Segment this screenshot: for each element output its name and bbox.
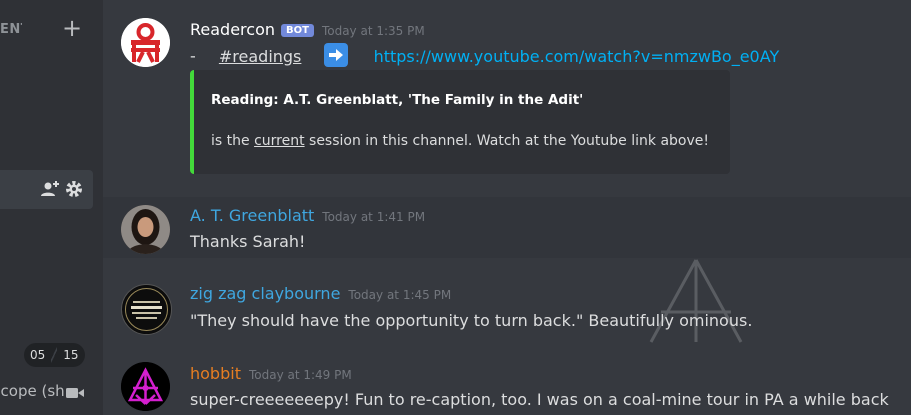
message-readercon: Readercon BOT Today at 1:35 PM - #readings… [103, 0, 911, 197]
readercon-logo-icon [121, 18, 170, 67]
embed-title: Reading: A.T. Greenblatt, 'The Family in… [211, 92, 584, 108]
avatar[interactable] [121, 362, 170, 411]
avatar-badge-icon [122, 285, 171, 334]
category-header[interactable]: EVENTS [0, 22, 22, 37]
prefix-dash: - [190, 46, 196, 66]
bot-badge: BOT [281, 24, 314, 37]
message-claybourne: zig zag claybourne Today at 1:45 PM "They… [103, 258, 911, 338]
message-header: hobbit Today at 1:49 PM [190, 364, 352, 383]
gear-icon[interactable] [64, 179, 84, 199]
message-text: "They should have the opportunity to tur… [190, 311, 753, 330]
category-label: EVENTS [0, 22, 22, 37]
video-camera-icon[interactable] [66, 386, 84, 400]
avatar[interactable] [121, 205, 170, 254]
channel-mention[interactable]: #readings [219, 47, 302, 66]
embed-description: is the current session in this channel. … [211, 133, 709, 149]
channel-sidebar: EVENTS + 05 15 Scope (sh... [0, 0, 103, 415]
selected-channel-item[interactable] [0, 170, 93, 209]
embed-desc-text-end: session in this channel. Watch at the Yo… [304, 133, 709, 149]
message-greenblatt: A. T. Greenblatt Today at 1:41 PM Thanks … [103, 197, 911, 258]
embed-desc-text: is the [211, 133, 255, 149]
voice-channel-item[interactable]: Scope (sh... [0, 382, 88, 406]
timestamp: Today at 1:45 PM [348, 288, 452, 302]
embed-desc-link[interactable]: current [254, 133, 305, 149]
avatar[interactable] [121, 284, 172, 335]
message-hobbit: hobbit Today at 1:49 PM super-creeeeeeepy… [103, 338, 911, 415]
message-text: super-creeeeeeepy! Fun to re-caption, to… [190, 390, 889, 409]
message-header: zig zag claybourne Today at 1:45 PM [190, 284, 451, 303]
current-count: 05 [30, 348, 46, 362]
message-list: Readercon BOT Today at 1:35 PM - #readings… [103, 0, 911, 415]
magenta-sigil-icon [121, 362, 170, 411]
arrow-right-icon [324, 43, 349, 67]
add-channel-button[interactable]: + [62, 16, 82, 40]
message-content: - #readings https://www.youtube.com/watc… [190, 43, 780, 69]
timestamp: Today at 1:49 PM [248, 368, 352, 382]
author-name[interactable]: Readercon [190, 20, 275, 39]
rich-embed: Reading: A.T. Greenblatt, 'The Family in… [190, 70, 730, 174]
message-header: Readercon BOT Today at 1:35 PM [190, 20, 425, 39]
total-count: 15 [63, 348, 79, 362]
avatar[interactable] [121, 18, 170, 67]
timestamp: Today at 1:41 PM [322, 210, 426, 224]
youtube-link[interactable]: https://www.youtube.com/watch?v=nmzwBo_e… [374, 47, 780, 66]
invite-member-icon[interactable] [40, 179, 60, 199]
message-text: Thanks Sarah! [190, 232, 306, 251]
author-name[interactable]: A. T. Greenblatt [190, 206, 314, 225]
user-limit-badge: 05 15 [24, 343, 85, 367]
author-name[interactable]: hobbit [190, 364, 241, 383]
user-photo-icon [121, 205, 170, 254]
message-header: A. T. Greenblatt Today at 1:41 PM [190, 206, 425, 225]
timestamp: Today at 1:35 PM [321, 24, 425, 38]
author-name[interactable]: zig zag claybourne [190, 284, 340, 303]
